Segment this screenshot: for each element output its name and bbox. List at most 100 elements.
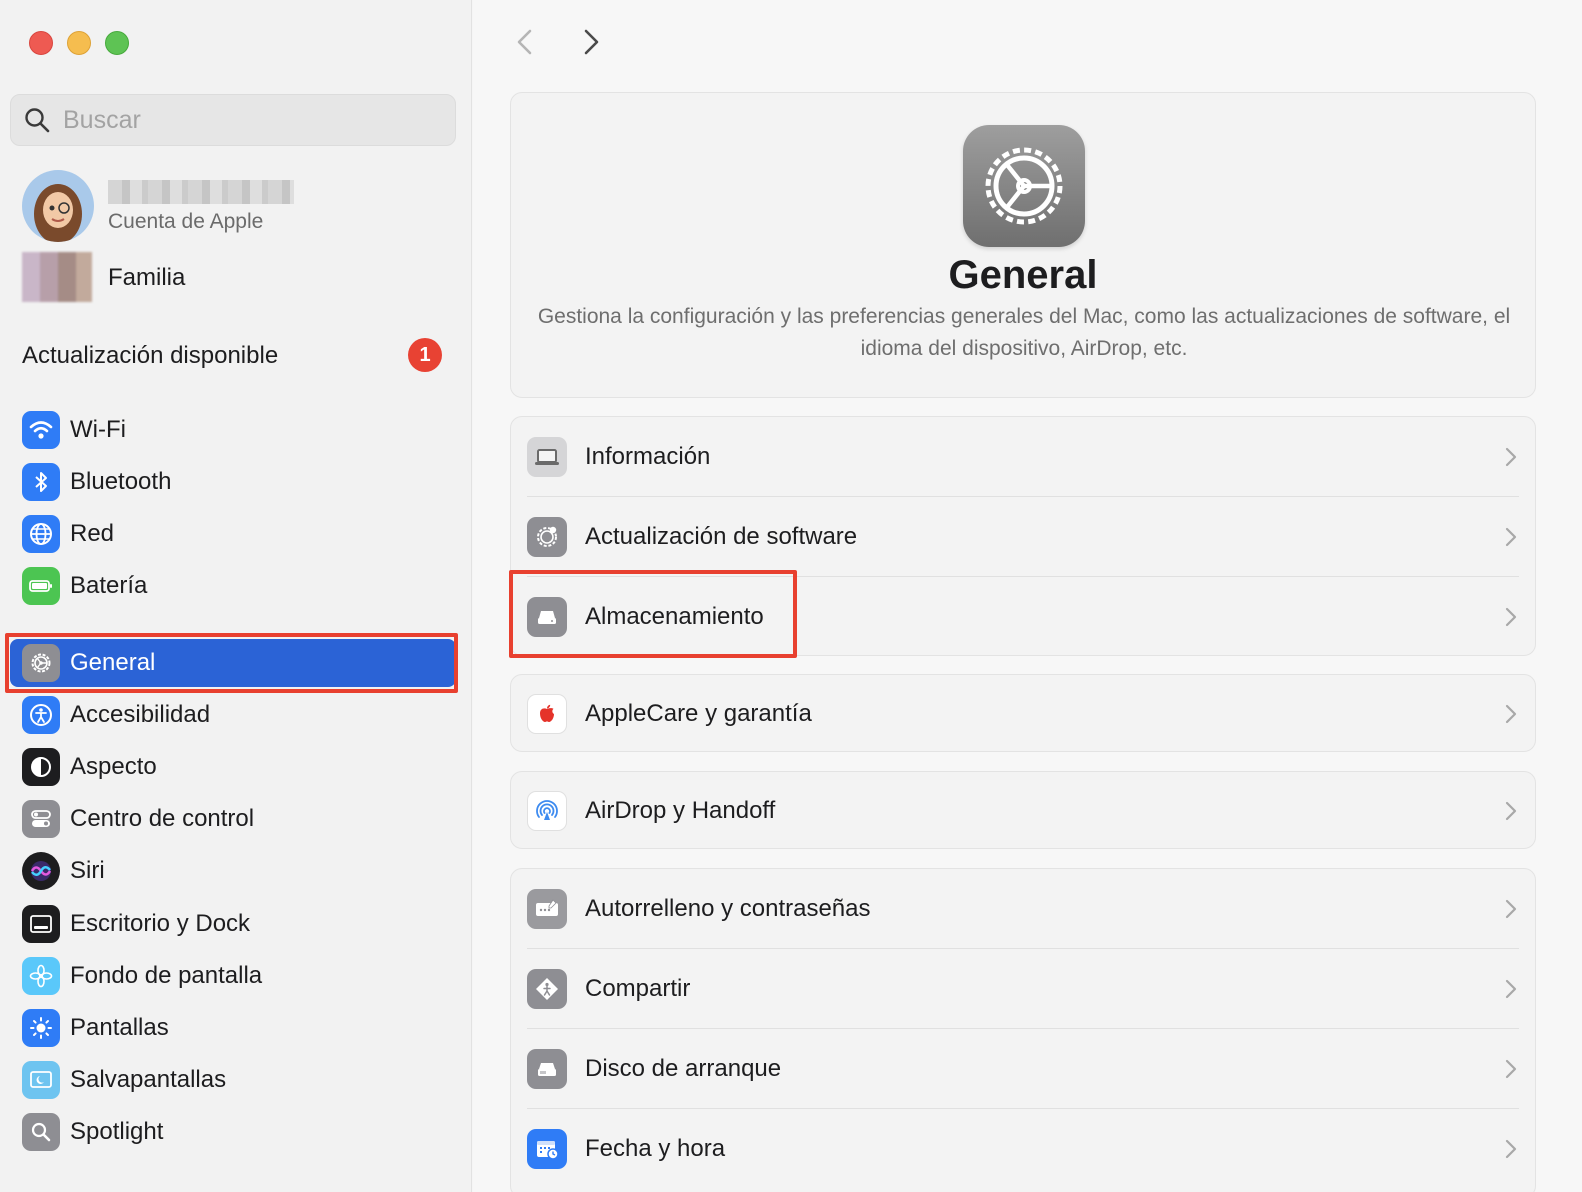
sidebar-item-displays[interactable]: Pantallas bbox=[10, 1004, 456, 1052]
minimize-window-button[interactable] bbox=[67, 31, 91, 55]
accessibility-icon bbox=[22, 696, 60, 734]
sidebar-item-label: Pantallas bbox=[70, 1014, 169, 1041]
dock-icon bbox=[22, 905, 60, 943]
settings-group-3: AirDrop y Handoff bbox=[510, 771, 1536, 849]
sidebar-item-wallpaper[interactable]: Fondo de pantalla bbox=[10, 952, 456, 1000]
chevron-right-icon bbox=[584, 29, 599, 55]
wallpaper-icon bbox=[22, 957, 60, 995]
forward-button[interactable] bbox=[576, 26, 606, 58]
screensaver-icon bbox=[22, 1061, 60, 1099]
sidebar-item-label: Wi-Fi bbox=[70, 416, 126, 443]
siri-icon bbox=[22, 852, 60, 890]
general-header-card: General Gestiona la configuración y las … bbox=[510, 92, 1536, 398]
airdrop-icon bbox=[527, 791, 567, 831]
row-label: AirDrop y Handoff bbox=[585, 797, 776, 824]
startup-disk-icon bbox=[527, 1049, 567, 1089]
search-icon bbox=[25, 108, 50, 133]
calendar-clock-icon bbox=[527, 1129, 567, 1169]
display-icon bbox=[22, 1009, 60, 1047]
spotlight-icon bbox=[22, 1113, 60, 1151]
keyboard-password-icon bbox=[527, 889, 567, 929]
row-software-update[interactable]: Actualización de software bbox=[511, 497, 1537, 577]
sidebar-item-label: Bluetooth bbox=[70, 468, 172, 495]
settings-group-4: Autorrelleno y contraseñas Compartir Dis… bbox=[510, 868, 1536, 1192]
row-label: Fecha y hora bbox=[585, 1135, 726, 1162]
chevron-right-icon bbox=[1505, 527, 1517, 547]
battery-icon bbox=[22, 567, 60, 605]
row-autofill-passwords[interactable]: Autorrelleno y contraseñas bbox=[511, 869, 1537, 949]
sidebar-item-label: Siri bbox=[70, 857, 105, 884]
row-label: Disco de arranque bbox=[585, 1055, 782, 1082]
page-description: Gestiona la configuración y las preferen… bbox=[537, 305, 1511, 360]
row-startup-disk[interactable]: Disco de arranque bbox=[511, 1029, 1537, 1109]
avatar bbox=[22, 170, 94, 242]
laptop-icon bbox=[527, 437, 567, 477]
chevron-right-icon bbox=[1505, 704, 1517, 724]
sidebar-item-spotlight[interactable]: Spotlight bbox=[10, 1108, 456, 1156]
sidebar-item-label: Spotlight bbox=[70, 1118, 164, 1145]
chevron-right-icon bbox=[1505, 801, 1517, 821]
back-button[interactable] bbox=[510, 26, 540, 58]
row-label: Compartir bbox=[585, 975, 691, 1002]
sharing-icon bbox=[527, 969, 567, 1009]
sidebar-item-screensaver[interactable]: Salvapantallas bbox=[10, 1056, 456, 1104]
sidebar-item-siri[interactable]: Siri bbox=[10, 847, 456, 895]
family-label: Familia bbox=[108, 264, 186, 291]
close-window-button[interactable] bbox=[29, 31, 53, 55]
chevron-right-icon bbox=[1505, 899, 1517, 919]
sidebar-item-label: Accesibilidad bbox=[70, 701, 211, 728]
page-title: General bbox=[948, 253, 1098, 297]
sidebar-item-wifi[interactable]: Wi-Fi bbox=[10, 406, 456, 454]
gear-icon bbox=[963, 125, 1085, 247]
highlight-box-general bbox=[5, 633, 458, 693]
maximize-window-button[interactable] bbox=[105, 31, 129, 55]
update-available[interactable]: Actualización disponible 1 bbox=[22, 338, 442, 372]
settings-group-2: AppleCare y garantía bbox=[510, 674, 1536, 752]
apple-account[interactable]: Cuenta de Apple bbox=[22, 170, 462, 242]
highlight-box-storage bbox=[509, 570, 797, 658]
chevron-right-icon bbox=[1505, 607, 1517, 627]
row-sharing[interactable]: Compartir bbox=[511, 949, 1537, 1029]
chevron-left-icon bbox=[517, 29, 532, 55]
sidebar-item-control-center[interactable]: Centro de control bbox=[10, 795, 456, 843]
row-airdrop[interactable]: AirDrop y Handoff bbox=[511, 771, 1537, 851]
bluetooth-icon bbox=[22, 463, 60, 501]
row-information[interactable]: Información bbox=[511, 417, 1537, 497]
family[interactable]: Familia bbox=[22, 252, 462, 302]
account-name-redacted bbox=[108, 180, 294, 204]
row-label: Actualización de software bbox=[585, 523, 858, 550]
globe-icon bbox=[22, 515, 60, 553]
row-label: AppleCare y garantía bbox=[585, 700, 812, 727]
sidebar-item-label: Aspecto bbox=[70, 753, 157, 780]
sidebar-item-bluetooth[interactable]: Bluetooth bbox=[10, 458, 456, 506]
account-subtitle: Cuenta de Apple bbox=[108, 210, 264, 233]
search-input[interactable] bbox=[63, 105, 443, 135]
control-center-icon bbox=[22, 800, 60, 838]
sidebar-item-appearance[interactable]: Aspecto bbox=[10, 743, 456, 791]
sidebar-item-label: Centro de control bbox=[70, 805, 255, 832]
update-badge: 1 bbox=[408, 338, 442, 372]
row-label: Autorrelleno y contraseñas bbox=[585, 895, 871, 922]
search-field[interactable] bbox=[10, 94, 456, 146]
row-date-time[interactable]: Fecha y hora bbox=[511, 1109, 1537, 1189]
appearance-icon bbox=[22, 748, 60, 786]
sidebar-item-label: Escritorio y Dock bbox=[70, 910, 251, 937]
sidebar-item-battery[interactable]: Batería bbox=[10, 562, 456, 610]
sidebar-item-accessibility[interactable]: Accesibilidad bbox=[10, 691, 456, 739]
apple-logo-icon bbox=[527, 694, 567, 734]
wifi-icon bbox=[22, 411, 60, 449]
chevron-right-icon bbox=[1505, 447, 1517, 467]
row-applecare[interactable]: AppleCare y garantía bbox=[511, 674, 1537, 754]
row-label: Información bbox=[585, 443, 711, 470]
chevron-right-icon bbox=[1505, 1139, 1517, 1159]
chevron-right-icon bbox=[1505, 979, 1517, 999]
sidebar-item-label: Salvapantallas bbox=[70, 1066, 227, 1093]
family-avatars bbox=[22, 252, 92, 302]
software-update-icon bbox=[527, 517, 567, 557]
sidebar-item-desktop-dock[interactable]: Escritorio y Dock bbox=[10, 900, 456, 948]
update-label: Actualización disponible bbox=[22, 342, 279, 369]
sidebar-item-network[interactable]: Red bbox=[10, 510, 456, 558]
window-controls bbox=[29, 31, 129, 55]
chevron-right-icon bbox=[1505, 1059, 1517, 1079]
sidebar: Cuenta de Apple Familia Actualización di… bbox=[0, 0, 472, 1192]
